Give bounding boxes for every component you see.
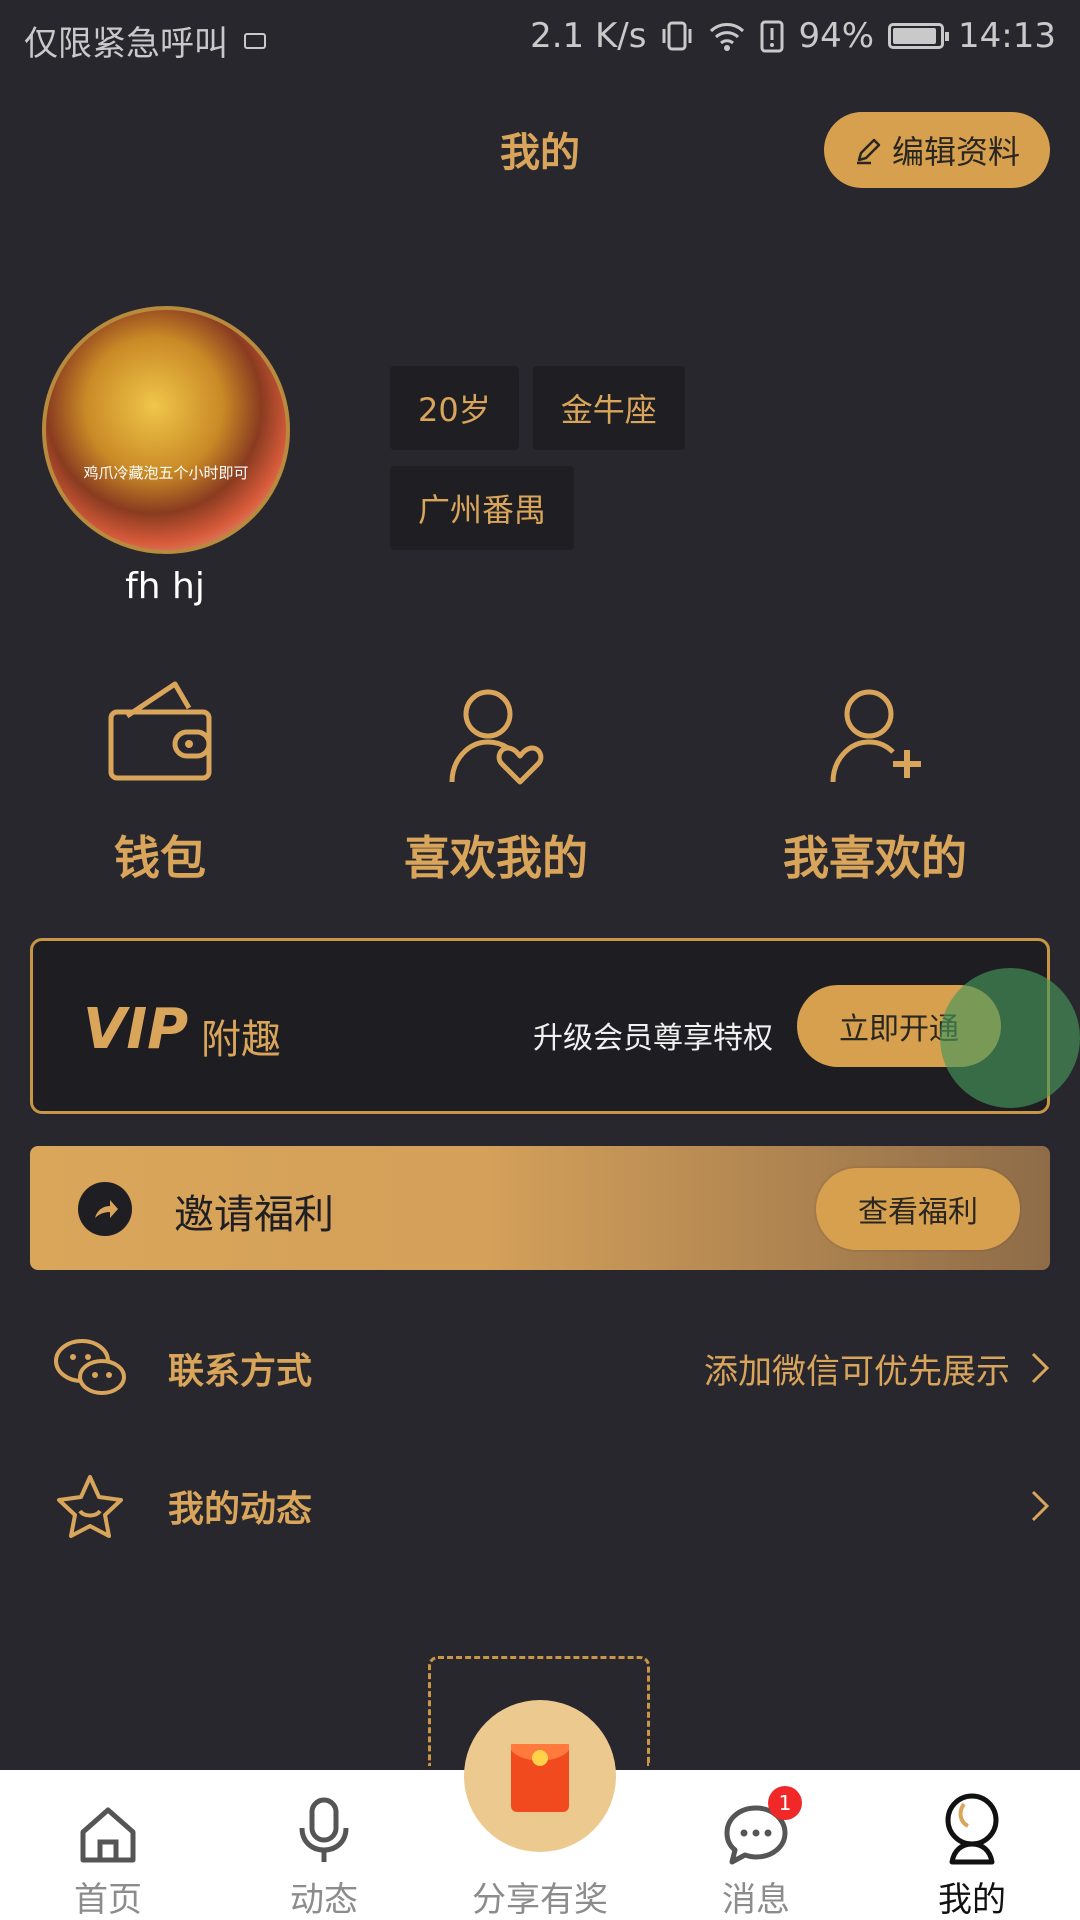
touch-indicator [940, 968, 1080, 1108]
wifi-icon [710, 23, 745, 51]
i-liked-button[interactable]: 我喜欢的 [745, 670, 1005, 888]
profile-icon [864, 1770, 1080, 1866]
avatar-caption: 鸡爪冷藏泡五个小时即可 [83, 464, 249, 482]
user-heart-icon [366, 670, 626, 786]
nickname: fh hj [125, 566, 205, 607]
profile-tags: 20岁 金牛座 广州番禺 [390, 366, 730, 550]
liked-me-label: 喜欢我的 [404, 831, 588, 885]
status-right: 2.1 K/s 94% 14:13 [530, 16, 1056, 56]
invite-banner[interactable]: 邀请福利 查看福利 [30, 1146, 1050, 1270]
liked-me-button[interactable]: 喜欢我的 [366, 670, 626, 888]
red-envelope-icon [511, 1744, 569, 1812]
wallet-button[interactable]: 钱包 [30, 670, 290, 888]
tab-messages[interactable]: 消息 [648, 1770, 864, 1920]
battery-level [893, 28, 937, 44]
carrier-text: 仅限紧急呼叫 [24, 24, 228, 64]
my-posts-row[interactable]: 我的动态 [50, 1456, 1050, 1556]
share-reward-button[interactable] [464, 1700, 616, 1852]
chevron-right-icon [1031, 1352, 1050, 1384]
microphone-icon [216, 1770, 432, 1866]
tab-mine-label: 我的 [938, 1880, 1006, 1920]
i-liked-label: 我喜欢的 [783, 831, 967, 885]
edit-profile-button[interactable]: 编辑资料 [824, 112, 1050, 188]
edit-profile-label: 编辑资料 [891, 133, 1020, 171]
vibrate-icon [662, 21, 692, 51]
vip-subtitle: 附趣 [201, 1017, 281, 1063]
my-posts-right [1010, 1489, 1050, 1523]
network-speed: 2.1 K/s [530, 16, 647, 56]
battery-icon [888, 23, 950, 49]
tab-moments[interactable]: 动态 [216, 1770, 432, 1920]
contact-hint: 添加微信可优先展示 [704, 1351, 1010, 1392]
sim-icon [244, 32, 266, 49]
tag-zodiac: 金牛座 [532, 366, 685, 450]
tab-home-label: 首页 [74, 1880, 142, 1920]
wechat-icon [50, 1337, 130, 1399]
wallet-icon [30, 670, 290, 786]
share-reward-label: 分享有奖 [472, 1880, 608, 1920]
home-icon [0, 1770, 216, 1866]
message-badge: 1 [768, 1786, 802, 1820]
status-left: 仅限紧急呼叫 [24, 16, 266, 65]
vip-badge: VIP [83, 997, 189, 1062]
avatar[interactable]: 鸡爪冷藏泡五个小时即可 [42, 306, 290, 554]
pencil-icon [856, 138, 881, 165]
vip-card: VIP 附趣 升级会员尊享特权 立即开通 [30, 938, 1050, 1114]
clock: 14:13 [958, 16, 1056, 56]
view-benefits-button[interactable]: 查看福利 [816, 1168, 1020, 1250]
wallet-label: 钱包 [114, 831, 206, 885]
chat-bubble-icon [648, 1770, 864, 1866]
tag-location: 广州番禺 [390, 466, 575, 550]
contact-label: 联系方式 [168, 1351, 313, 1392]
my-posts-label: 我的动态 [168, 1489, 313, 1530]
chevron-right-icon [1031, 1490, 1050, 1522]
status-bar: 仅限紧急呼叫 2.1 K/s 94% 14:13 [0, 0, 1080, 74]
contact-right: 添加微信可优先展示 [704, 1344, 1050, 1393]
star-icon [50, 1473, 130, 1539]
contact-row[interactable]: 联系方式 添加微信可优先展示 [50, 1318, 1050, 1418]
share-arrow-icon [78, 1182, 132, 1236]
battery-percent: 94% [798, 16, 875, 56]
tab-home[interactable]: 首页 [0, 1770, 216, 1920]
tab-moments-label: 动态 [290, 1880, 358, 1920]
user-plus-icon [745, 670, 1005, 786]
tag-age: 20岁 [390, 366, 519, 450]
battery-alert-icon [760, 20, 784, 53]
invite-label: 邀请福利 [174, 1192, 334, 1238]
tab-mine[interactable]: 我的 [864, 1770, 1080, 1920]
vip-description: 升级会员尊享特权 [533, 1021, 773, 1056]
tab-messages-label: 消息 [722, 1880, 790, 1920]
